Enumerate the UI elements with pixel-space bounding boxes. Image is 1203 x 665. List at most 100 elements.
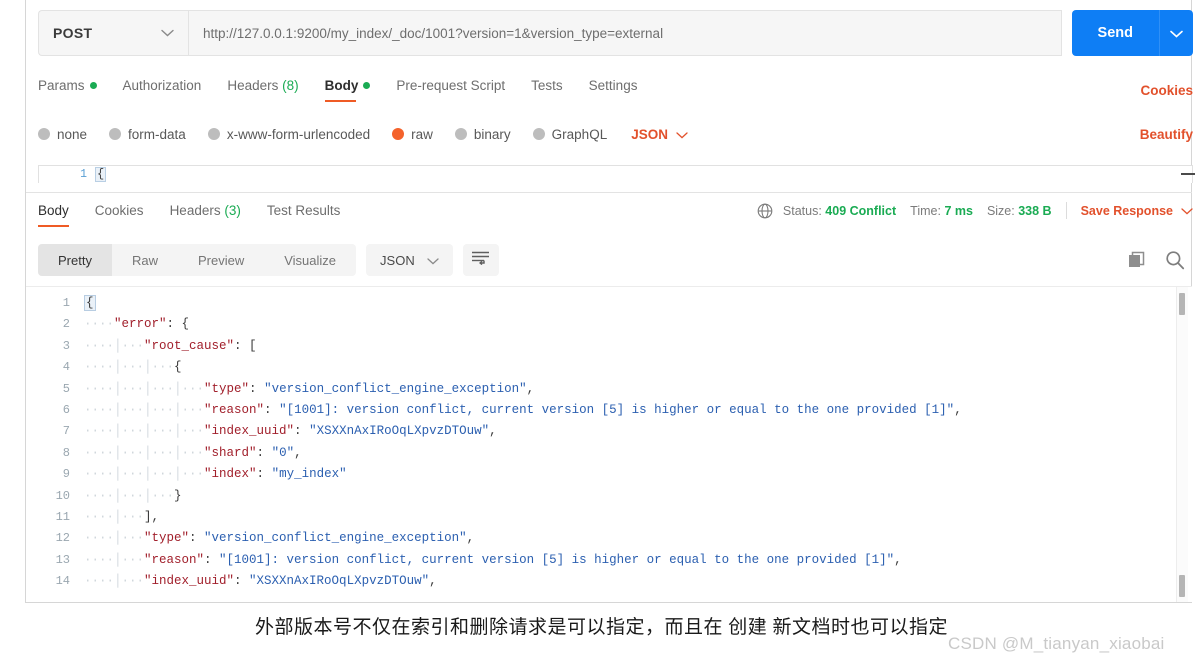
collapse-editor-button[interactable] [1177,165,1199,183]
json-line-number: 3 [62,338,70,353]
response-tab-label: Headers [169,203,221,218]
body-type-radio-group: none form-data x-www-form-urlencoded raw bin… [38,120,1193,148]
caption-text: 外部版本号不仅在索引和删除请求是可以指定，而且在 创建 新文档时也可以指定 [254,617,948,638]
json-value: "[1001]: version conflict, current versi… [219,552,895,567]
request-tab-pre-request-script[interactable]: Pre-request Script [396,78,505,102]
url-input[interactable]: http://127.0.0.1:9200/my_index/_doc/1001… [188,10,1062,56]
view-mode-visualize[interactable]: Visualize [264,244,356,276]
response-meta: Status: 409 Conflict Time: 7 ms Size: 33… [757,202,1193,219]
word-wrap-button[interactable] [462,244,499,276]
json-line: 3 ····│···"root_cause": [ [26,336,1192,357]
send-options-button[interactable] [1159,10,1193,56]
indent-guide: ····│···│··· [84,488,175,503]
send-button[interactable]: Send [1071,10,1159,56]
modified-dot-icon [363,82,371,89]
json-punct: , [489,424,497,439]
globe-icon [757,203,773,219]
radio-icon [109,128,122,140]
radio-icon [532,128,545,140]
response-tab-bar: Body Cookies Headers (3) Test Results Statu… [38,200,1193,230]
modified-dot-icon [89,82,97,89]
status-value: 409 Conflict [825,203,897,218]
request-body-editor[interactable]: 1 { [38,165,1193,183]
body-type-x-www-form-urlencoded[interactable]: x-www-form-urlencoded [207,127,370,142]
view-mode-label: Pretty [58,252,92,268]
request-tab-params[interactable]: Params [38,78,97,102]
status-label: Status: [782,203,822,218]
indent-guide: ····│···│···│··· [84,445,205,460]
json-line-content: ····│···│···{ [84,357,182,378]
request-tab-count: (8) [278,78,299,93]
json-punct: : [256,445,272,460]
json-line-content: ····│···│···│···"reason": "[1001]: versi… [84,400,962,421]
json-punct: ], [144,509,160,524]
json-line: 1{ [26,293,1192,314]
cookies-link[interactable]: Cookies [1140,83,1193,98]
http-method-dropdown[interactable]: POST [38,10,188,56]
response-tab-test-results[interactable]: Test Results [267,203,341,227]
meta-divider [1065,202,1067,219]
indent-guide: ····│··· [84,338,145,353]
json-punct: : { [166,317,190,332]
chevron-down-icon [1170,26,1183,41]
request-tab-headers[interactable]: Headers (8) [227,78,298,102]
json-key: "index_uuid" [144,574,235,589]
save-response-button[interactable]: Save Response [1081,204,1193,218]
beautify-link[interactable]: Beautify [1140,127,1193,142]
view-mode-pretty[interactable]: Pretty [38,244,112,276]
request-tab-tests[interactable]: Tests [531,78,563,102]
json-key: "reason" [204,402,265,417]
time-meta: Time: 7 ms [910,204,973,218]
request-tab-settings[interactable]: Settings [589,78,638,102]
json-line: 9 ····│···│···│···"index": "my_index" [26,464,1192,485]
body-type-form-data[interactable]: form-data [109,127,186,142]
body-format-dropdown[interactable]: JSON [631,127,688,142]
copy-icon[interactable] [1128,251,1147,270]
body-type-none[interactable]: none [38,127,87,142]
indent-guide: ····│··· [84,552,145,567]
json-line-content: ····│···│···│···"index_uuid": "XSXXnAxIR… [84,421,497,442]
json-value: "XSXXnAxIRoOqLXpvzDTOuw" [249,574,430,589]
json-punct: } [174,488,182,503]
json-line-content: { [84,293,96,314]
json-code-lines: 1{2 ····"error": {3 ····│···"root_cause": … [26,287,1192,592]
chevron-down-icon [161,24,174,42]
body-type-graphql[interactable]: GraphQL [532,127,607,142]
response-tab-headers[interactable]: Headers (3) [170,203,241,227]
json-punct: : [256,467,272,482]
json-line-number: 6 [62,402,70,417]
json-line-number: 14 [55,574,70,589]
json-brace-highlight: { [84,295,96,311]
json-punct: , [294,445,302,460]
json-line: 13 ····│···"reason": "[1001]: version con… [26,550,1192,571]
json-value: "my_index" [271,467,347,482]
response-tab-body[interactable]: Body [38,203,69,227]
json-line: 10 ····│···│···} [26,486,1192,507]
body-type-raw[interactable]: raw [392,127,433,142]
view-mode-label: Preview [197,252,245,268]
view-mode-raw[interactable]: Raw [112,244,178,276]
request-tab-authorization[interactable]: Authorization [123,78,202,102]
request-tab-label: Settings [588,78,638,93]
json-line: 7 ····│···│···│···"index_uuid": "XSXXnAxI… [26,421,1192,442]
request-tab-label: Headers [227,78,279,93]
response-body-viewer[interactable]: 1{2 ····"error": {3 ····│···"root_cause": … [26,286,1192,602]
body-type-binary[interactable]: binary [454,127,511,142]
json-line-number: 13 [55,552,70,567]
json-line: 5 ····│···│···│···"type": "version_confli… [26,379,1192,400]
json-value: "0" [271,445,295,460]
indent-guide: ····│···│··· [84,360,175,375]
request-tab-body[interactable]: Body [324,78,371,102]
response-format-dropdown[interactable]: JSON [366,244,453,276]
view-mode-preview[interactable]: Preview [178,244,264,276]
save-response-label: Save Response [1080,203,1173,218]
response-tab-cookies[interactable]: Cookies [95,203,144,227]
chevron-down-icon [427,253,439,268]
json-line: 14 ····│···"index_uuid": "XSXXnAxIRoOqLXp… [26,571,1192,592]
json-line-number: 10 [55,488,70,503]
json-line-content: ····│···"root_cause": [ [84,336,257,357]
search-icon[interactable] [1165,250,1185,270]
body-type-label: form-data [128,126,186,142]
indent-guide: ····│··· [84,509,145,524]
status-meta: Status: 409 Conflict [783,204,896,218]
